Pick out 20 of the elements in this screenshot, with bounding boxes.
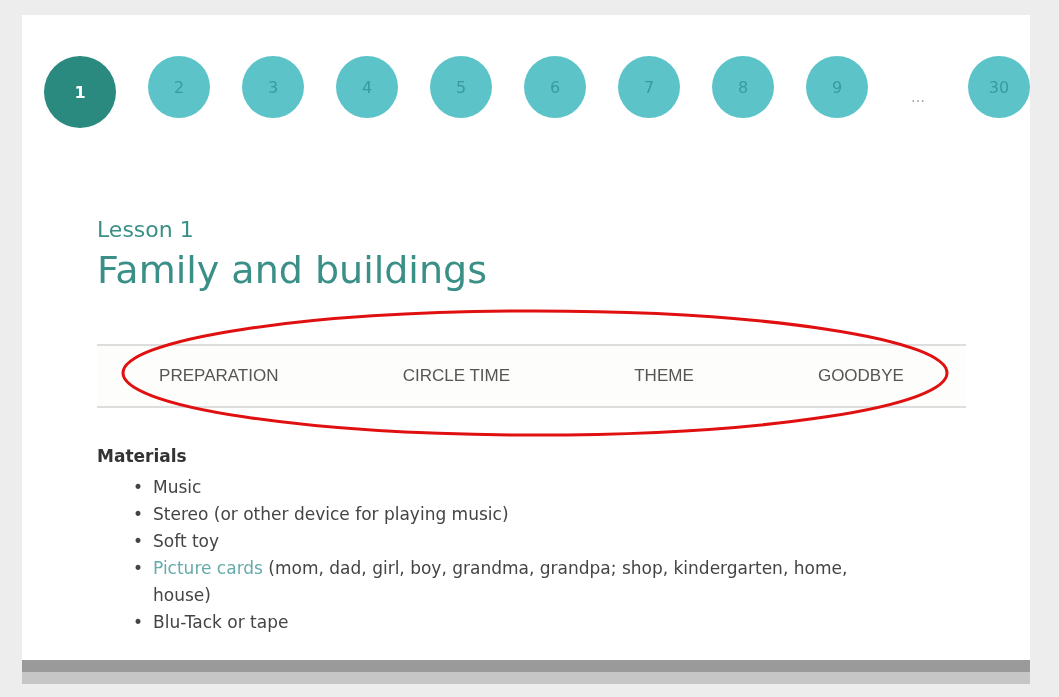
material-item: Music	[153, 476, 202, 499]
lesson-title: Family and buildings	[97, 248, 488, 292]
material-item: Soft toy	[153, 530, 220, 553]
material-item: Blu-Tack or tape	[153, 611, 289, 634]
bullet: •	[133, 557, 141, 580]
tab[interactable]: GOODBYE	[811, 362, 910, 390]
tab[interactable]: PREPARATION	[153, 362, 285, 390]
bullet: •	[133, 530, 141, 553]
pagination-ellipsis: …	[910, 89, 926, 105]
material-item: Stereo (or other device for playing music)	[153, 503, 509, 526]
tab[interactable]: THEME	[628, 362, 700, 390]
bullet: •	[133, 503, 141, 526]
materials-heading: Materials	[97, 446, 188, 466]
bullet: •	[133, 611, 141, 634]
lesson-label: Lesson 1	[97, 217, 195, 242]
bullet: •	[133, 476, 141, 499]
material-item: Picture cards (mom, dad, girl, boy, grandma, grandpa; shop, kindergarten, home, house)	[153, 557, 849, 607]
page-button[interactable]: 1	[44, 56, 116, 128]
picture-cards-link[interactable]: Picture cards	[153, 558, 263, 578]
tab[interactable]: CIRCLE TIME	[396, 362, 516, 390]
